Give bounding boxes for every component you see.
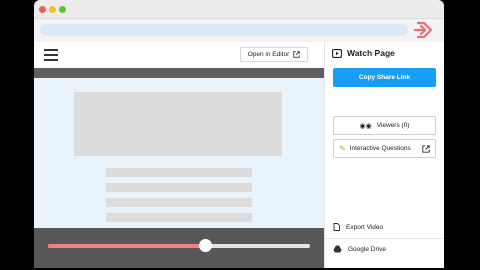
google-drive-label: Google Drive: [348, 245, 386, 253]
playback-controls: [34, 228, 324, 268]
placeholder-image: [74, 92, 282, 156]
pencil-icon: ✎: [339, 144, 346, 153]
hamburger-icon[interactable]: [44, 49, 58, 61]
address-bar[interactable]: [40, 24, 408, 36]
open-in-editor-button[interactable]: Open in Editor: [240, 47, 308, 62]
viewers-button[interactable]: ◉◉ Viewers (0): [333, 116, 436, 135]
interactive-questions-text: ✎ Interactive Questions: [339, 144, 411, 153]
title-bar: [34, 0, 444, 19]
placeholder-line: [106, 168, 252, 177]
google-drive-link[interactable]: Google Drive: [333, 245, 386, 253]
divider: [325, 238, 444, 239]
google-drive-icon: [333, 245, 342, 253]
interactive-questions-label: Interactive Questions: [349, 145, 411, 152]
close-window-button[interactable]: [39, 6, 46, 13]
export-video-label: Export Video: [346, 223, 384, 231]
video-viewer: Open in Editor: [34, 42, 324, 268]
interactive-questions-button[interactable]: ✎ Interactive Questions: [333, 139, 436, 158]
maximize-window-button[interactable]: [59, 6, 66, 13]
minimize-window-button[interactable]: [49, 6, 56, 13]
viewer-top-bar: Open in Editor: [34, 42, 324, 68]
progress-knob[interactable]: [199, 239, 213, 252]
watch-page-title: Watch Page: [332, 48, 395, 58]
export-video-link[interactable]: Export Video: [333, 223, 383, 231]
placeholder-line: [106, 198, 252, 207]
progress-track[interactable]: [48, 244, 310, 248]
placeholder-line: [106, 183, 252, 192]
side-panel: Watch Page Copy Share Link ◉◉ Viewers (0…: [324, 42, 444, 268]
browser-window: Open in Editor Watch Page Copy Share Lin…: [34, 0, 444, 268]
video-top-bar: [34, 68, 324, 78]
watch-page-label: Watch Page: [347, 48, 395, 58]
watch-page-icon: [332, 48, 342, 58]
external-link-icon: [293, 51, 301, 58]
open-in-editor-label: Open in Editor: [247, 51, 290, 58]
external-link-icon: [422, 144, 430, 153]
copy-share-link-button[interactable]: Copy Share Link: [333, 68, 436, 87]
export-icon: [333, 223, 340, 231]
eyes-icon: ◉◉: [359, 122, 372, 130]
viewers-label: Viewers (0): [376, 122, 410, 129]
placeholder-line: [106, 213, 252, 222]
progress-fill: [48, 244, 206, 248]
extension-icon[interactable]: [414, 20, 434, 40]
